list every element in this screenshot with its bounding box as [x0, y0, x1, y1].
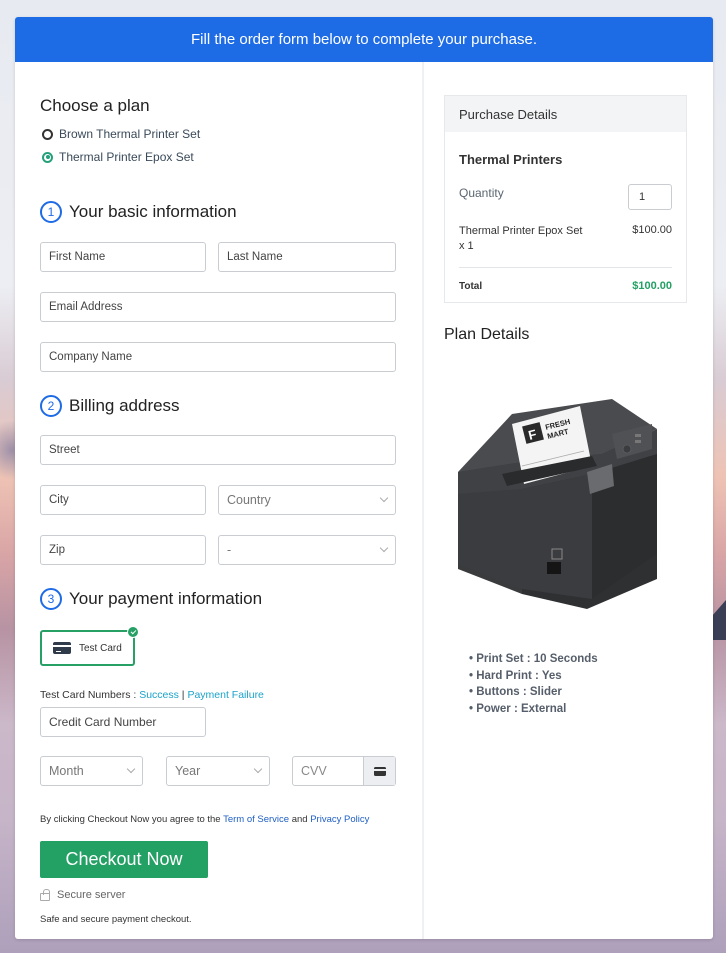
- agreement-text: and: [289, 814, 311, 825]
- radio-checked-icon[interactable]: [42, 151, 53, 163]
- chevron-down-icon: [379, 543, 389, 553]
- basic-info-heading: 1 Your basic information: [40, 201, 237, 223]
- chevron-down-icon: [379, 493, 389, 503]
- year-select[interactable]: Year: [166, 756, 270, 786]
- success-link[interactable]: Success: [139, 689, 179, 701]
- placeholder: CVV: [301, 764, 327, 778]
- chevron-down-icon: [126, 764, 136, 774]
- step-number-icon: 2: [40, 395, 62, 417]
- safe-checkout-text: Safe and secure payment checkout.: [40, 914, 192, 925]
- selected-value: Year: [175, 764, 201, 778]
- placeholder: Credit Card Number: [49, 715, 157, 729]
- city-input[interactable]: City: [40, 485, 206, 515]
- selected-value: -: [227, 543, 232, 557]
- state-select[interactable]: -: [218, 535, 396, 565]
- step-number-icon: 1: [40, 201, 62, 223]
- product-title: Thermal Printers: [459, 152, 563, 167]
- test-numbers-label: Test Card Numbers :: [40, 689, 140, 701]
- placeholder: Last Name: [227, 251, 283, 263]
- plan-option-label: Thermal Printer Epox Set: [59, 150, 194, 164]
- quantity-input[interactable]: 1: [628, 184, 672, 210]
- power-button: [622, 444, 632, 454]
- first-name-input[interactable]: First Name: [40, 242, 206, 272]
- quantity-label: Quantity: [459, 186, 504, 200]
- summary-divider: [459, 267, 672, 268]
- country-select[interactable]: Country: [218, 485, 396, 515]
- secure-server-note: Secure server: [40, 888, 126, 901]
- placeholder: Zip: [49, 544, 65, 556]
- terms-of-service-link[interactable]: Term of Service: [223, 814, 289, 825]
- purchase-details-heading: Purchase Details: [445, 96, 686, 132]
- placeholder: First Name: [49, 251, 106, 263]
- checkout-now-button[interactable]: Checkout Now: [40, 841, 208, 878]
- selected-value: Country: [227, 493, 271, 507]
- email-input[interactable]: Email Address: [40, 292, 396, 322]
- placeholder: Company Name: [49, 351, 133, 363]
- test-card-numbers: Test Card Numbers : Success | Payment Fa…: [40, 689, 264, 701]
- background-mountain: [712, 600, 726, 640]
- cvv-help-button[interactable]: [363, 757, 395, 785]
- usb-port: [547, 562, 561, 574]
- feature-item: Power : External: [469, 701, 598, 718]
- street-input[interactable]: Street: [40, 435, 396, 465]
- payment-failure-link[interactable]: Payment Failure: [187, 689, 263, 701]
- terms-agreement: By clicking Checkout Now you agree to th…: [40, 814, 369, 825]
- plan-details-heading: Plan Details: [444, 326, 530, 343]
- agreement-text: By clicking Checkout Now you agree to th…: [40, 814, 224, 825]
- line-item: Thermal Printer Epox Set x 1: [459, 224, 589, 254]
- radio-unchecked-icon[interactable]: [42, 128, 53, 140]
- header-banner: Fill the order form below to complete yo…: [15, 17, 713, 62]
- plan-option-label: Brown Thermal Printer Set: [59, 127, 201, 141]
- total-label: Total: [459, 281, 483, 292]
- selected-value: Month: [49, 764, 84, 778]
- privacy-policy-link[interactable]: Privacy Policy: [310, 814, 369, 825]
- credit-card-icon: [53, 642, 71, 654]
- line-item-name: Thermal Printer Epox Set: [459, 225, 583, 237]
- line-item-qty: x 1: [459, 240, 474, 252]
- secure-label: Secure server: [57, 889, 126, 901]
- column-divider: [422, 62, 424, 939]
- purchase-details-box: Purchase Details Thermal Printers Quanti…: [444, 95, 687, 303]
- feature-item: Buttons : Slider: [469, 684, 598, 701]
- feature-item: Hard Print : Yes: [469, 668, 598, 685]
- order-form-card: Fill the order form below to complete yo…: [15, 17, 713, 939]
- test-card-option[interactable]: Test Card: [40, 626, 139, 666]
- billing-heading: 2 Billing address: [40, 395, 180, 417]
- check-circle-icon: [127, 626, 139, 638]
- choose-plan-heading: Choose a plan: [40, 96, 150, 115]
- placeholder: Email Address: [49, 301, 123, 313]
- feature-item: Print Set : 10 Seconds: [469, 651, 597, 668]
- banner-text: Fill the order form below to complete yo…: [191, 31, 537, 48]
- section-title: Your basic information: [69, 202, 237, 221]
- section-title: Billing address: [69, 396, 180, 415]
- total-value: $100.00: [632, 280, 672, 292]
- placeholder: Street: [49, 444, 80, 456]
- indicator-light: [635, 434, 641, 437]
- payment-method-label: Test Card: [79, 642, 122, 654]
- indicator-light: [635, 440, 641, 443]
- payment-heading: 3 Your payment information: [40, 588, 262, 610]
- card-number-input[interactable]: Credit Card Number: [40, 707, 206, 737]
- section-title: Your payment information: [69, 589, 263, 608]
- month-select[interactable]: Month: [40, 756, 143, 786]
- chevron-down-icon: [253, 764, 263, 774]
- placeholder: City: [49, 494, 69, 506]
- cvv-input[interactable]: CVV: [292, 756, 396, 786]
- zip-input[interactable]: Zip: [40, 535, 206, 565]
- printer-image: F FRESH MART: [458, 399, 657, 609]
- line-item-price: $100.00: [632, 224, 672, 236]
- quantity-value: 1: [639, 191, 646, 203]
- plan-option-epox[interactable]: Thermal Printer Epox Set: [42, 150, 194, 164]
- credit-card-icon: [373, 766, 386, 776]
- plan-option-brown[interactable]: Brown Thermal Printer Set: [42, 127, 200, 141]
- plan-feature-list: Print Set : 10 Seconds Hard Print : Yes …: [469, 651, 598, 718]
- last-name-input[interactable]: Last Name: [218, 242, 396, 272]
- step-number-icon: 3: [40, 588, 62, 610]
- lock-icon: [40, 888, 50, 901]
- company-input[interactable]: Company Name: [40, 342, 396, 372]
